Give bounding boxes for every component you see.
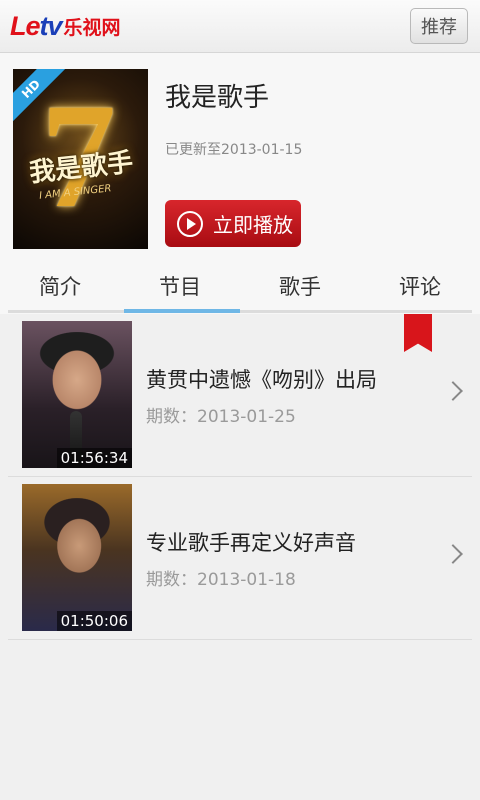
recommend-button[interactable]: 推荐	[410, 8, 468, 44]
episode-duration: 01:50:06	[56, 611, 132, 631]
top-bar: Le tv 乐视网 推荐	[0, 0, 480, 53]
active-tab-indicator	[124, 309, 240, 313]
poster-title: 我是歌手	[27, 147, 135, 189]
show-header: 7 我是歌手 I AM A SINGER HD 我是歌手 已更新至2013-01…	[0, 53, 480, 258]
episode-row[interactable]: 01:50:06 专业歌手再定义好声音 期数：2013-01-18	[8, 477, 472, 640]
show-title: 我是歌手	[165, 83, 270, 113]
episode-date: 期数：2013-01-25	[146, 407, 296, 427]
tab-divider	[8, 310, 472, 313]
letv-logo[interactable]: Le tv 乐视网	[10, 10, 121, 42]
episode-thumbnail: 01:50:06	[22, 484, 132, 631]
update-date: 已更新至2013-01-15	[165, 142, 303, 158]
play-now-label: 立即播放	[213, 213, 293, 237]
tab-intro[interactable]: 简介	[0, 258, 120, 314]
episode-thumbnail: 01:56:34	[22, 321, 132, 468]
play-icon	[177, 210, 203, 237]
episode-date: 期数：2013-01-18	[146, 570, 296, 590]
bookmark-ribbon-icon	[404, 314, 432, 352]
episode-duration: 01:56:34	[56, 448, 132, 468]
tab-comments[interactable]: 评论	[360, 258, 480, 314]
episode-list: 01:56:34 黄贯中遗憾《吻别》出局 期数：2013-01-25 01:50…	[8, 314, 472, 640]
tab-episodes[interactable]: 节目	[120, 258, 240, 314]
play-now-button[interactable]: 立即播放	[165, 200, 301, 247]
chevron-right-icon	[443, 544, 463, 564]
tab-singers[interactable]: 歌手	[240, 258, 360, 314]
logo-tv: tv	[39, 10, 63, 41]
episode-title: 黄贯中遗憾《吻别》出局	[146, 368, 377, 392]
chevron-right-icon	[443, 381, 463, 401]
logo-chinese: 乐视网	[63, 16, 121, 39]
tab-bar: 简介 节目 歌手 评论	[0, 258, 480, 314]
show-poster[interactable]: 7 我是歌手 I AM A SINGER HD	[13, 69, 148, 249]
episode-title: 专业歌手再定义好声音	[146, 531, 356, 555]
episode-row[interactable]: 01:56:34 黄贯中遗憾《吻别》出局 期数：2013-01-25	[8, 314, 472, 477]
logo-le: Le	[10, 10, 40, 41]
